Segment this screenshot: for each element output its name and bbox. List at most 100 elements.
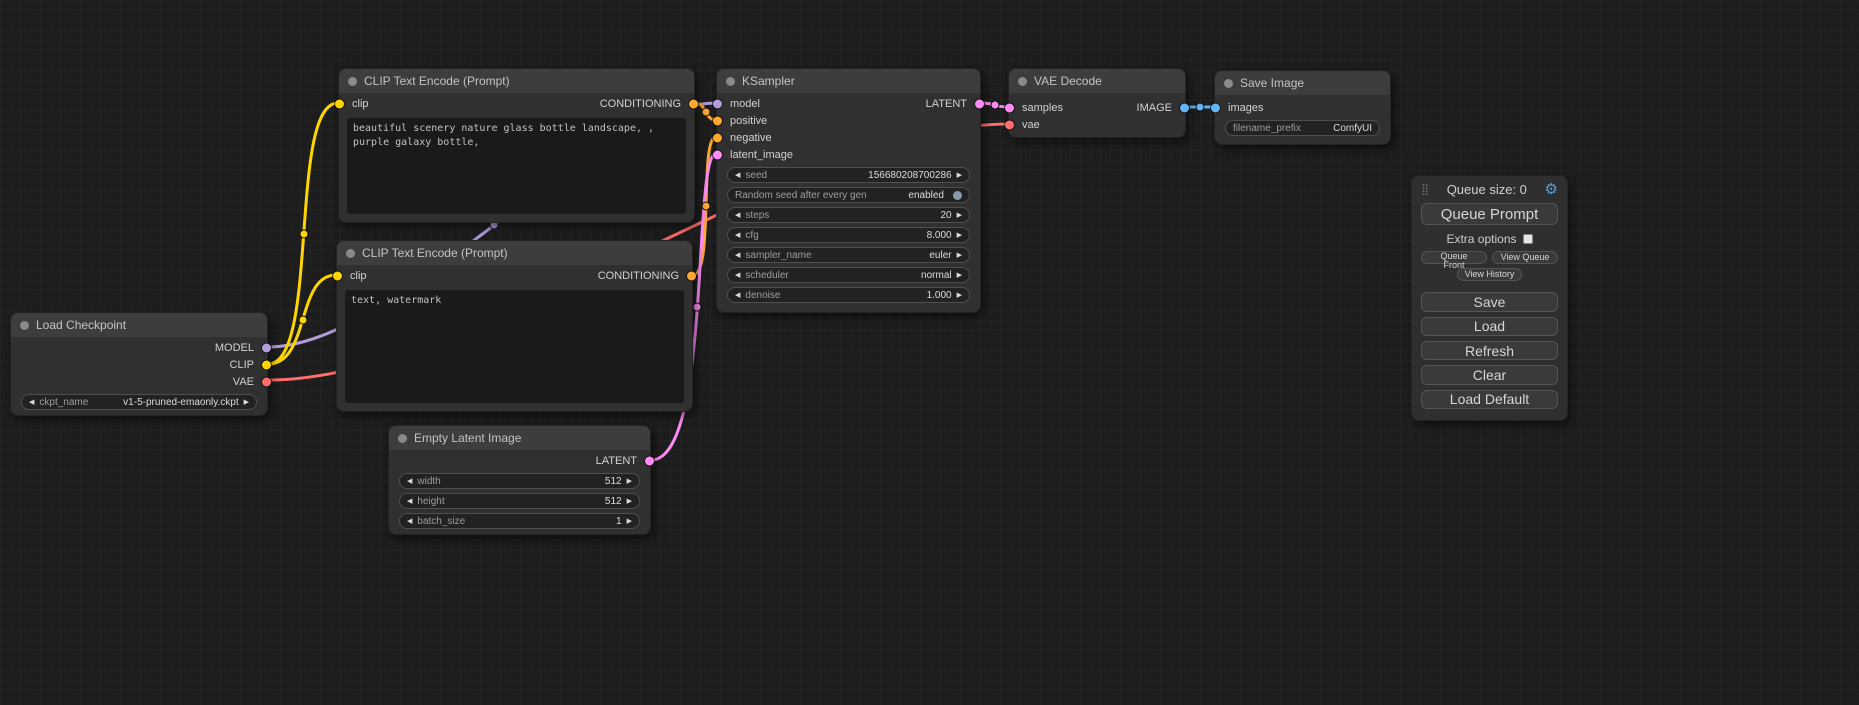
input-slot-clip: clip	[352, 98, 369, 110]
queue-size-label: Queue size: 0	[1447, 182, 1527, 197]
output-port-conditioning[interactable]	[687, 271, 696, 280]
slot-label: CLIP	[230, 359, 254, 371]
input-port-positive[interactable]	[713, 116, 722, 125]
slots: model LATENT positive negative latent_im…	[717, 93, 980, 163]
widget-random-seed-toggle[interactable]: Random seed after every gen enabled	[727, 187, 970, 203]
widget-batch-size[interactable]: ◀ batch_size 1 ▶	[399, 513, 640, 529]
input-port-clip[interactable]	[333, 271, 342, 280]
refresh-button[interactable]: Refresh	[1421, 341, 1558, 360]
slots: samples IMAGE vae	[1009, 93, 1185, 133]
widget-ckpt-name[interactable]: ◀ ckpt_name v1-5-pruned-emaonly.ckpt ▶	[21, 394, 257, 410]
node-header[interactable]: Empty Latent Image	[389, 426, 650, 450]
widget-width[interactable]: ◀ width 512 ▶	[399, 473, 640, 489]
load-default-button[interactable]: Load Default	[1421, 390, 1558, 409]
input-port-clip[interactable]	[335, 99, 344, 108]
input-port-images[interactable]	[1211, 103, 1220, 112]
node-title: Save Image	[1240, 76, 1304, 90]
increment-arrow-icon[interactable]: ▶	[627, 478, 632, 485]
increment-arrow-icon[interactable]: ▶	[957, 172, 962, 179]
output-port-model[interactable]	[262, 343, 271, 352]
node-header[interactable]: CLIP Text Encode (Prompt)	[339, 69, 694, 93]
node-header[interactable]: CLIP Text Encode (Prompt)	[337, 241, 692, 265]
collapse-dot-icon[interactable]	[20, 321, 29, 330]
node-header[interactable]: Load Checkpoint	[11, 313, 267, 337]
input-port-samples[interactable]	[1005, 103, 1014, 112]
load-button[interactable]: Load	[1421, 317, 1558, 336]
view-history-button[interactable]: View History	[1457, 268, 1523, 281]
node-clip-text-encode-positive[interactable]: CLIP Text Encode (Prompt) clip CONDITION…	[338, 68, 695, 223]
prompt-textarea[interactable]: beautiful scenery nature glass bottle la…	[347, 118, 686, 214]
output-port-latent[interactable]	[975, 99, 984, 108]
view-queue-button[interactable]: View Queue	[1492, 251, 1558, 264]
decrement-arrow-icon[interactable]: ◀	[735, 212, 740, 219]
drag-handle-icon[interactable]: ⣿	[1421, 183, 1429, 196]
save-button[interactable]: Save	[1421, 292, 1558, 311]
output-port-conditioning[interactable]	[689, 99, 698, 108]
decrement-arrow-icon[interactable]: ◀	[735, 272, 740, 279]
node-title: CLIP Text Encode (Prompt)	[364, 74, 510, 88]
widget-steps[interactable]: ◀ steps 20 ▶	[727, 207, 970, 223]
widget-scheduler[interactable]: ◀ scheduler normal ▶	[727, 267, 970, 283]
node-ksampler[interactable]: KSampler model LATENT positive negative …	[716, 68, 981, 313]
output-port-latent[interactable]	[645, 456, 654, 465]
widget-name: Random seed after every gen	[735, 190, 867, 201]
queue-front-button[interactable]: Queue Front	[1421, 251, 1487, 264]
node-save-image[interactable]: Save Image images filename_prefix ComfyU…	[1214, 70, 1391, 145]
node-header[interactable]: KSampler	[717, 69, 980, 93]
increment-arrow-icon[interactable]: ▶	[244, 399, 249, 406]
prompt-textarea[interactable]: text, watermark	[345, 290, 684, 403]
output-port-clip[interactable]	[262, 360, 271, 369]
node-header[interactable]: Save Image	[1215, 71, 1390, 95]
decrement-arrow-icon[interactable]: ◀	[29, 399, 34, 406]
queue-prompt-button[interactable]: Queue Prompt	[1421, 203, 1558, 225]
collapse-dot-icon[interactable]	[398, 434, 407, 443]
widget-cfg[interactable]: ◀ cfg 8.000 ▶	[727, 227, 970, 243]
node-vae-decode[interactable]: VAE Decode samples IMAGE vae	[1008, 68, 1186, 138]
widget-filename-prefix[interactable]: filename_prefix ComfyUI	[1225, 120, 1380, 136]
node-load-checkpoint[interactable]: Load Checkpoint MODEL CLIP VAE ◀ ckpt_na…	[10, 312, 268, 416]
input-port-negative[interactable]	[713, 133, 722, 142]
toggle-on-icon[interactable]	[953, 191, 962, 200]
output-port-image[interactable]	[1180, 103, 1189, 112]
widget-seed[interactable]: ◀ seed 156680208700286 ▶	[727, 167, 970, 183]
decrement-arrow-icon[interactable]: ◀	[735, 172, 740, 179]
node-clip-text-encode-negative[interactable]: CLIP Text Encode (Prompt) clip CONDITION…	[336, 240, 693, 412]
node-header[interactable]: VAE Decode	[1009, 69, 1185, 93]
decrement-arrow-icon[interactable]: ◀	[735, 232, 740, 239]
collapse-dot-icon[interactable]	[1224, 79, 1233, 88]
output-port-vae[interactable]	[262, 377, 271, 386]
collapse-dot-icon[interactable]	[348, 77, 357, 86]
increment-arrow-icon[interactable]: ▶	[957, 232, 962, 239]
increment-arrow-icon[interactable]: ▶	[957, 252, 962, 259]
extra-options-row: Extra options	[1421, 232, 1558, 246]
widget-value: 156680208700286	[868, 170, 951, 181]
collapse-dot-icon[interactable]	[346, 249, 355, 258]
decrement-arrow-icon[interactable]: ◀	[735, 252, 740, 259]
decrement-arrow-icon[interactable]: ◀	[735, 292, 740, 299]
collapse-dot-icon[interactable]	[1018, 77, 1027, 86]
widget-denoise[interactable]: ◀ denoise 1.000 ▶	[727, 287, 970, 303]
graph-canvas[interactable]: Load Checkpoint MODEL CLIP VAE ◀ ckpt_na…	[0, 0, 1859, 705]
increment-arrow-icon[interactable]: ▶	[957, 292, 962, 299]
extra-options-checkbox[interactable]	[1523, 234, 1533, 244]
widget-value: 1	[616, 516, 622, 527]
decrement-arrow-icon[interactable]: ◀	[407, 498, 412, 505]
output-slot-latent: LATENT	[926, 98, 967, 110]
increment-arrow-icon[interactable]: ▶	[957, 272, 962, 279]
clear-button[interactable]: Clear	[1421, 365, 1558, 384]
history-row: View History	[1421, 268, 1558, 281]
node-empty-latent-image[interactable]: Empty Latent Image LATENT ◀ width 512 ▶ …	[388, 425, 651, 535]
increment-arrow-icon[interactable]: ▶	[627, 518, 632, 525]
settings-gear-icon[interactable]: ⚙	[1545, 182, 1558, 197]
increment-arrow-icon[interactable]: ▶	[627, 498, 632, 505]
input-port-model[interactable]	[713, 99, 722, 108]
widget-sampler-name[interactable]: ◀ sampler_name euler ▶	[727, 247, 970, 263]
output-slot-clip: CLIP	[230, 359, 254, 371]
decrement-arrow-icon[interactable]: ◀	[407, 478, 412, 485]
decrement-arrow-icon[interactable]: ◀	[407, 518, 412, 525]
input-port-vae[interactable]	[1005, 120, 1014, 129]
increment-arrow-icon[interactable]: ▶	[957, 212, 962, 219]
widget-height[interactable]: ◀ height 512 ▶	[399, 493, 640, 509]
collapse-dot-icon[interactable]	[726, 77, 735, 86]
input-port-latent-image[interactable]	[713, 150, 722, 159]
